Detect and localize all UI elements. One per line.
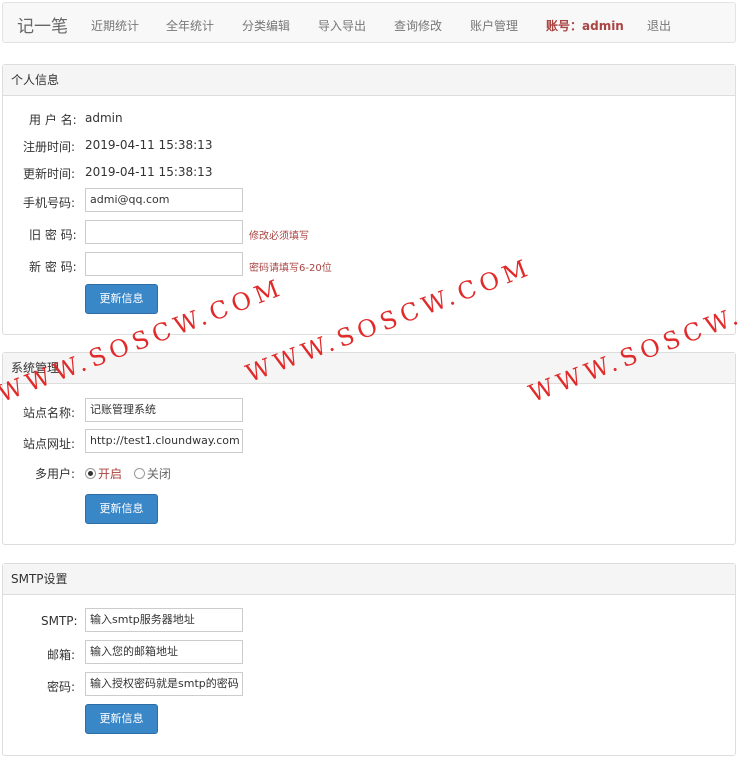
- multi-user-label: 多用户:: [35, 467, 76, 481]
- top-navbar: 记一笔 近期统计 全年统计 分类编辑 导入导出 查询修改 账户管理 账号：adm…: [2, 2, 736, 43]
- site-url-label: 站点网址:: [23, 437, 76, 451]
- phone-input[interactable]: admi@qq.com: [85, 188, 243, 212]
- site-name-label: 站点名称:: [23, 406, 76, 420]
- multi-user-radio-group: 开启 关闭: [85, 465, 171, 482]
- new-password-input[interactable]: [85, 252, 243, 276]
- profile-update-button[interactable]: 更新信息: [85, 284, 158, 314]
- multi-user-row: 多用户: 开启 关闭: [3, 459, 735, 485]
- smtp-host-row: SMTP: 输入smtp服务器地址: [3, 608, 735, 634]
- smtp-host-label: SMTP:: [41, 614, 78, 628]
- site-name-input[interactable]: 记账管理系统: [85, 398, 243, 422]
- phone-row: 手机号码: admi@qq.com: [3, 188, 735, 214]
- registered-value: 2019-04-11 15:38:13: [85, 138, 213, 152]
- multi-user-off-label[interactable]: 关闭: [147, 467, 171, 481]
- site-url-input[interactable]: http://test1.cloundway.com: [85, 429, 243, 453]
- old-password-hint: 修改必须填写: [249, 231, 309, 242]
- smtp-update-button[interactable]: 更新信息: [85, 704, 158, 734]
- nav-account-manage[interactable]: 账户管理: [470, 17, 518, 34]
- updated-label: 更新时间:: [23, 167, 76, 181]
- multi-user-off-radio[interactable]: [133, 468, 145, 479]
- new-password-label: 新 密 码:: [29, 260, 77, 274]
- new-password-hint: 密码请填写6-20位: [249, 263, 332, 274]
- old-password-label: 旧 密 码:: [29, 228, 77, 242]
- smtp-host-input[interactable]: 输入smtp服务器地址: [85, 608, 243, 632]
- system-panel: 系统管理 站点名称: 记账管理系统 站点网址: http://test1.clo…: [2, 352, 736, 545]
- profile-panel-heading: 个人信息: [3, 65, 735, 96]
- smtp-email-row: 邮箱: 输入您的邮箱地址: [3, 640, 735, 666]
- profile-panel: 个人信息 用 户 名: admin 注册时间: 2019-04-11 15:38…: [2, 64, 736, 335]
- new-password-row: 新 密 码: 密码请填写6-20位: [3, 252, 735, 278]
- smtp-password-input[interactable]: 输入授权密码就是smtp的密码: [85, 672, 243, 696]
- registered-row: 注册时间: 2019-04-11 15:38:13: [3, 132, 735, 158]
- username-value: admin: [85, 111, 123, 125]
- nav-import-export[interactable]: 导入导出: [318, 17, 366, 34]
- updated-row: 更新时间: 2019-04-11 15:38:13: [3, 159, 735, 185]
- registered-label: 注册时间:: [23, 140, 76, 154]
- nav-logout[interactable]: 退出: [647, 17, 671, 34]
- nav-query-modify[interactable]: 查询修改: [394, 17, 442, 34]
- site-name-row: 站点名称: 记账管理系统: [3, 398, 735, 424]
- brand-logo[interactable]: 记一笔: [17, 12, 68, 37]
- old-password-input[interactable]: [85, 220, 243, 244]
- username-row: 用 户 名: admin: [3, 105, 735, 131]
- nav-account-name[interactable]: 账号：admin: [546, 17, 624, 34]
- smtp-panel-heading: SMTP设置: [3, 564, 735, 595]
- phone-label: 手机号码:: [23, 196, 76, 210]
- smtp-email-input[interactable]: 输入您的邮箱地址: [85, 640, 243, 664]
- old-password-row: 旧 密 码: 修改必须填写: [3, 220, 735, 246]
- updated-value: 2019-04-11 15:38:13: [85, 165, 213, 179]
- smtp-panel: SMTP设置 SMTP: 输入smtp服务器地址 邮箱: 输入您的邮箱地址 密码…: [2, 563, 736, 756]
- nav-recent-stats[interactable]: 近期统计: [91, 17, 139, 34]
- nav-category-edit[interactable]: 分类编辑: [242, 17, 290, 34]
- site-url-row: 站点网址: http://test1.cloundway.com: [3, 429, 735, 455]
- multi-user-on-label[interactable]: 开启: [98, 467, 122, 481]
- nav-yearly-stats[interactable]: 全年统计: [166, 17, 214, 34]
- smtp-password-row: 密码: 输入授权密码就是smtp的密码: [3, 672, 735, 698]
- username-label: 用 户 名:: [29, 113, 77, 127]
- smtp-password-label: 密码:: [47, 680, 76, 694]
- multi-user-on-radio[interactable]: [85, 468, 96, 479]
- smtp-email-label: 邮箱:: [47, 648, 76, 662]
- system-update-button[interactable]: 更新信息: [85, 494, 158, 524]
